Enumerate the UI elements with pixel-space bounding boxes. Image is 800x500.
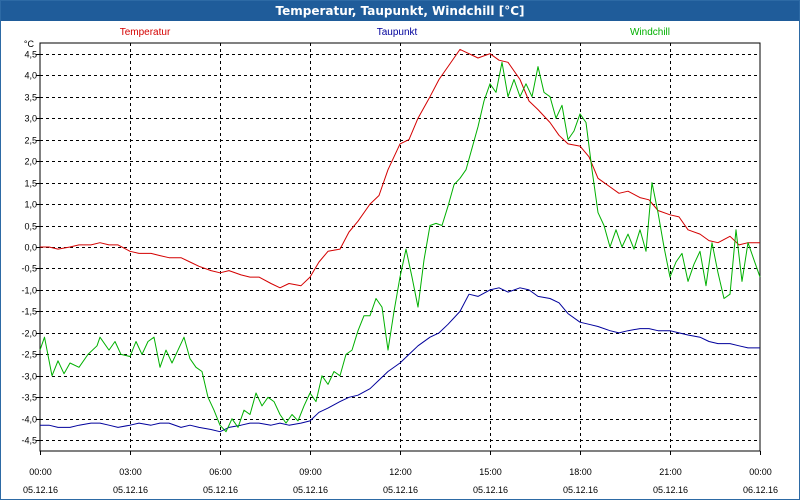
x-tick-date: 05.12.16 [383,485,418,495]
x-tick-date: 05.12.16 [203,485,238,495]
y-tick-label: -4,5 [21,436,37,446]
y-axis-label: °C [24,39,35,49]
legend-taupunkt: Taupunkt [377,27,418,38]
y-tick-label: 4,5 [24,50,37,60]
x-tick-date: 05.12.16 [473,485,508,495]
x-tick-time: 09:00 [299,467,322,477]
y-tick-label: -0,5 [21,264,37,274]
x-tick-time: 15:00 [479,467,502,477]
x-tick-time: 00:00 [29,467,52,477]
y-tick-label: 2,0 [24,157,37,167]
legend-windchill: Windchill [630,27,670,38]
y-tick-label: -2,0 [21,329,37,339]
x-tick-time: 12:00 [389,467,412,477]
y-tick-label: -3,5 [21,393,37,403]
y-tick-label: -1,5 [21,307,37,317]
y-tick-label: 1,0 [24,200,37,210]
x-tick-time: 18:00 [569,467,592,477]
x-tick-date: 05.12.16 [23,485,58,495]
y-tick-label: 3,0 [24,114,37,124]
y-tick-label: 4,0 [24,71,37,81]
y-tick-label: -4,0 [21,415,37,425]
x-tick-date: 05.12.16 [563,485,598,495]
y-tick-label: 0,5 [24,222,37,232]
x-tick-date: 06.12.16 [743,485,778,495]
y-tick-label: 2,5 [24,136,37,146]
x-tick-time: 00:00 [749,467,772,477]
y-tick-label: -1,0 [21,286,37,296]
x-tick-time: 03:00 [119,467,142,477]
x-tick-time: 06:00 [209,467,232,477]
x-tick-time: 21:00 [659,467,682,477]
x-tick-date: 05.12.16 [653,485,688,495]
x-tick-date: 05.12.16 [293,485,328,495]
chart-area: 4,5 4,0 3,5 3,0 2,5 2,0 1,5 1,0 0,5 0,0 -0,5 -1,0 -1… [21,27,778,495]
y-tick-label: 3,5 [24,93,37,103]
y-tick-label: 1,5 [24,179,37,189]
legend-temperatur: Temperatur [120,27,171,38]
y-tick-label: 0,0 [24,243,37,253]
x-tick-date: 05.12.16 [113,485,148,495]
y-tick-label: -3,0 [21,372,37,382]
y-tick-label: -2,5 [21,350,37,360]
